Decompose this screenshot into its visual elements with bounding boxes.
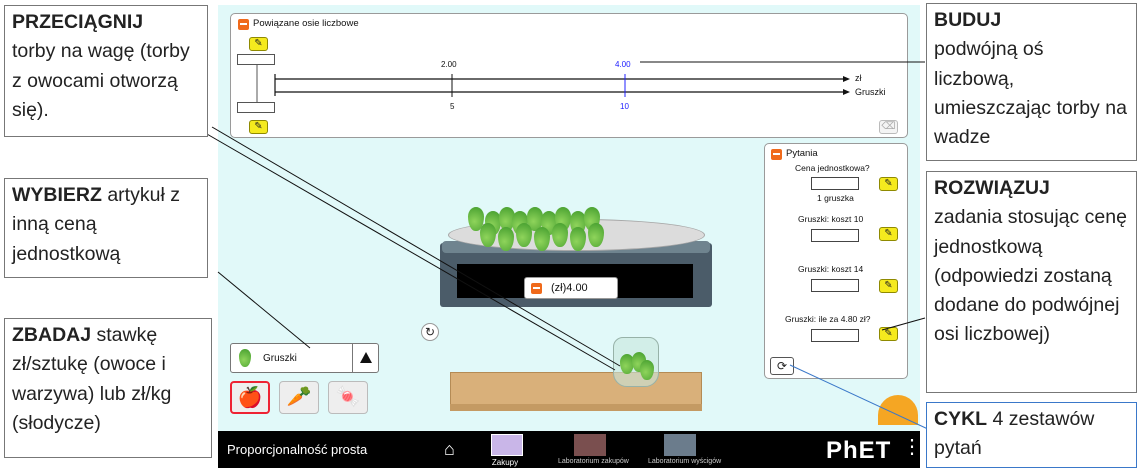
- callout-build-heading: BUDUJ: [934, 9, 1002, 31]
- bottom-tick-label: 5: [450, 102, 455, 111]
- callout-solve-text: zadania stosując cenę jednostkową (odpow…: [934, 206, 1127, 346]
- eraser-icon: ⌫: [881, 121, 896, 132]
- tab-racing-lab[interactable]: Laboratorium wyścigów: [648, 434, 722, 468]
- tab-shopping[interactable]: Zakupy: [475, 434, 535, 468]
- pencil-icon: ✎: [884, 280, 893, 291]
- shelf-edge: [450, 404, 702, 411]
- carrot-item-button[interactable]: 🥕: [279, 381, 319, 414]
- simulation-area: Powiązane osie liczbowe ✎ ✎ 2.00 4.00 5 …: [218, 5, 920, 468]
- edit-answer-button-2[interactable]: ✎: [879, 227, 898, 241]
- screenshot: Powiązane osie liczbowe ✎ ✎ 2.00 4.00 5 …: [0, 0, 1140, 471]
- callout-build-text: podwójną oś liczbową, umieszczając torby…: [934, 38, 1127, 148]
- edit-answer-button-3[interactable]: ✎: [879, 279, 898, 293]
- pencil-icon: ✎: [884, 178, 893, 189]
- question-how-many: Gruszki: ile za 4.80 zł?: [785, 314, 871, 324]
- collapse-questions-button[interactable]: [771, 149, 782, 160]
- answer-box-how-many: [811, 329, 859, 342]
- navigation-bar: Proporcjonalność prosta ⌂ Zakupy Laborat…: [218, 431, 920, 468]
- question-cost-10: Gruszki: koszt 10: [798, 214, 864, 224]
- top-axis-arrow-icon: [843, 76, 850, 82]
- tab-shopping-lab[interactable]: Laboratorium zakupów: [558, 434, 629, 468]
- candy-item-button[interactable]: 🍬: [328, 381, 368, 414]
- edit-answer-button-4[interactable]: ✎: [879, 327, 898, 341]
- callout-choose-heading: WYBIERZ: [12, 184, 102, 206]
- callout-build: BUDUJ podwójną oś liczbową, umieszczając…: [926, 3, 1137, 161]
- callout-drag: PRZECIĄGNIJ torby na wagę (torby z owoca…: [4, 5, 208, 137]
- pear-bag[interactable]: [613, 337, 659, 387]
- callout-cycle-heading: CYKL: [934, 408, 988, 430]
- reset-icon: ↻: [424, 325, 436, 339]
- carrot-icon: 🥕: [286, 386, 312, 408]
- callout-solve-heading: ROZWIĄZUJ: [934, 177, 1050, 199]
- eraser-button[interactable]: ⌫: [879, 120, 898, 134]
- menu-kebab-icon[interactable]: ⋮: [902, 437, 920, 457]
- answer-box-unit-price: [811, 177, 859, 190]
- answer-box-cost-14: [811, 279, 859, 292]
- shopping-lab-screen-icon: [574, 434, 606, 456]
- top-axis-label: zł: [855, 73, 862, 83]
- edit-answer-button-1[interactable]: ✎: [879, 177, 898, 191]
- double-number-line-panel: Powiązane osie liczbowe ✎ ✎ 2.00 4.00 5 …: [230, 13, 908, 138]
- price-readout: (zł)4.00: [524, 277, 618, 299]
- bottom-axis-label: Gruszki: [855, 87, 886, 97]
- tab-label: Laboratorium zakupów: [558, 458, 629, 465]
- callout-drag-heading: PRZECIĄGNIJ: [12, 11, 144, 33]
- candy-icon: 🍬: [335, 386, 361, 408]
- pear-icon: [239, 349, 251, 367]
- callout-solve: ROZWIĄZUJ zadania stosując cenę jednostk…: [926, 171, 1137, 393]
- refresh-icon: ⟳: [776, 359, 788, 373]
- refresh-questions-button[interactable]: ⟳: [770, 357, 794, 375]
- double-number-line: [256, 65, 850, 102]
- reset-scale-button[interactable]: ↻: [421, 323, 439, 341]
- apple-item-button[interactable]: 🍎: [230, 381, 270, 414]
- pear-in-bag: [640, 360, 654, 380]
- triangle-up-icon[interactable]: [352, 344, 378, 372]
- bottom-axis-arrow-icon: [843, 89, 850, 95]
- phet-logo: PhET: [826, 437, 892, 464]
- callout-cycle: CYKL 4 zestawów pytań: [926, 402, 1137, 468]
- callout-choose: WYBIERZ artykuł z inną ceną jednostkową: [4, 178, 208, 278]
- collapse-price-button[interactable]: [531, 283, 542, 294]
- shopping-screen-icon: [491, 434, 523, 456]
- home-icon[interactable]: ⌂: [444, 440, 455, 458]
- questions-title: Pytania: [786, 148, 818, 159]
- question-unit-label: 1 gruszka: [817, 193, 854, 203]
- racing-lab-screen-icon: [664, 434, 696, 456]
- item-combo-label: Gruszki: [263, 353, 297, 364]
- top-tick-label: 2.00: [441, 60, 457, 69]
- answer-box-cost-10: [811, 229, 859, 242]
- price-value: (zł)4.00: [551, 282, 588, 294]
- question-cost-14: Gruszki: koszt 14: [798, 264, 864, 274]
- top-tick-label-highlight: 4.00: [615, 60, 631, 69]
- questions-panel: Pytania Cena jednostkowa? 1 gruszka ✎ Gr…: [764, 143, 908, 379]
- tab-label: Zakupy: [491, 458, 519, 467]
- reset-all-button[interactable]: [878, 395, 918, 425]
- pencil-icon: ✎: [884, 328, 893, 339]
- sim-title: Proporcjonalność prosta: [227, 442, 368, 457]
- item-combo-box[interactable]: Gruszki: [230, 343, 379, 373]
- callout-explore-heading: ZBADAJ: [12, 324, 92, 346]
- question-unit-price: Cena jednostkowa?: [795, 163, 870, 173]
- callout-drag-text: torby na wagę (torby z owocami otworzą s…: [12, 40, 190, 121]
- callout-explore: ZBADAJ stawkę zł/sztukę (owoce i warzywa…: [4, 318, 212, 458]
- bottom-tick-label-highlight: 10: [620, 102, 629, 111]
- apple-icon: 🍎: [237, 387, 263, 409]
- tab-label: Laboratorium wyścigów: [648, 458, 722, 465]
- pencil-icon: ✎: [884, 228, 893, 239]
